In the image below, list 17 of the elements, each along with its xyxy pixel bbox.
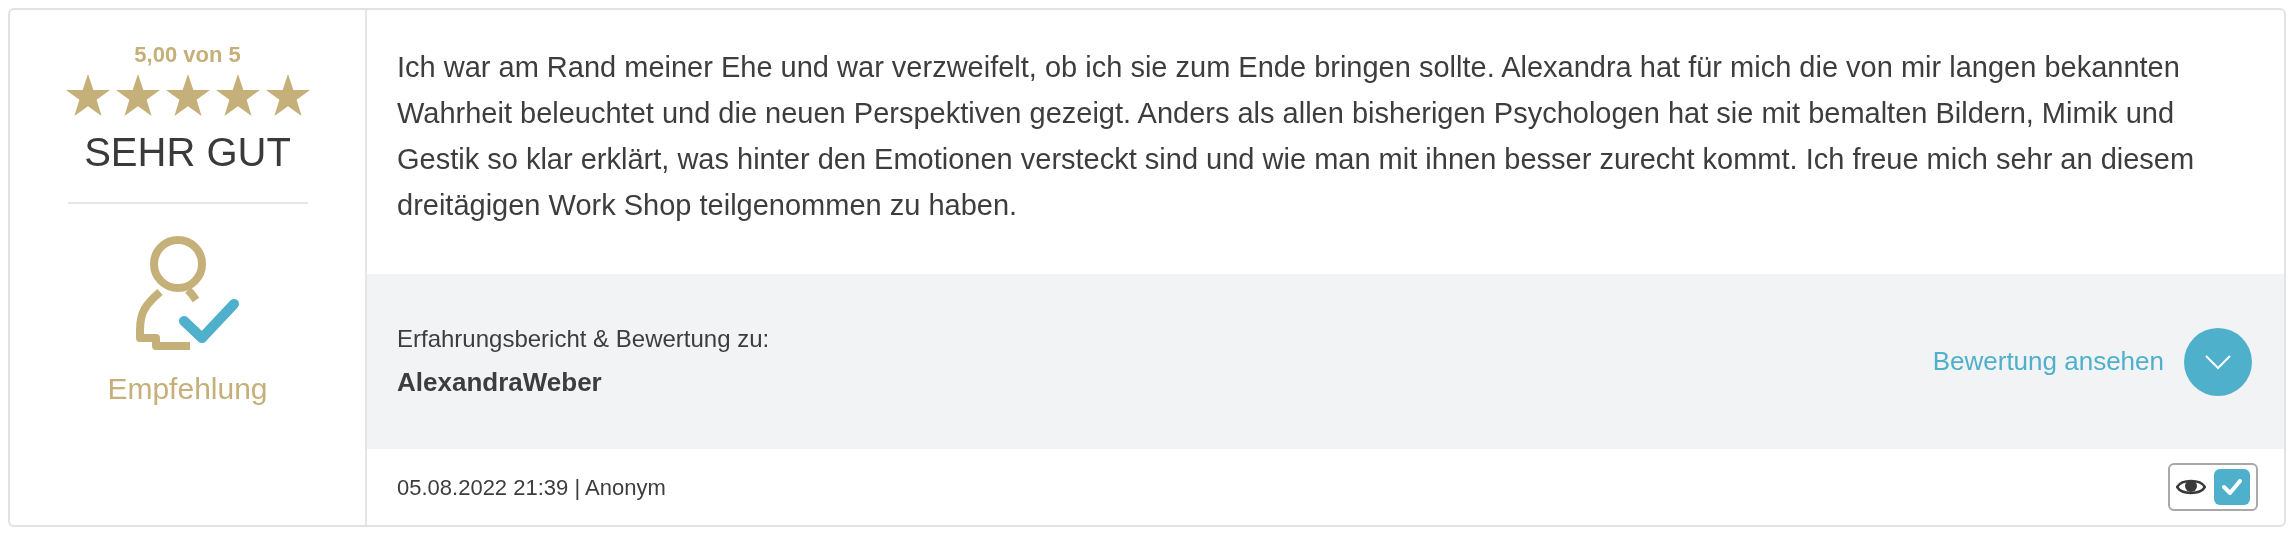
star-icon xyxy=(264,74,311,118)
checkmark-icon xyxy=(2222,479,2242,495)
rating-verdict: SEHR GUT xyxy=(84,132,291,172)
review-meta: 05.08.2022 21:39 | Anonym xyxy=(397,473,666,502)
subject-name: AlexandraWeber xyxy=(397,366,603,399)
view-rating-link[interactable]: Bewertung ansehen xyxy=(1932,342,2164,381)
user-check-icon xyxy=(135,234,240,350)
eye-icon xyxy=(2176,477,2206,497)
star-icon xyxy=(214,74,261,118)
subject-caption: Erfahrungsbericht & Bewertung zu: xyxy=(397,324,770,354)
review-text: Ich war am Rand meiner Ehe und war verzweifelt, ob ich sie zum Ende bringen sollte. Alexandra hat für mich die von mir langen bekannten Wahrheit beleuchtet und die neuen Perspektiven gezeigt. Anders als allen bisherigen Psychologen hat sie mit bemalten Bildern, Mimik und Gestik so klar erklärt, was hinter den Emotionen versteckt sind und wie man mit ihnen besser zurecht kommt. Ich freue mich sehr an diesem dreitägigen Work Shop teilgenommen zu haben. xyxy=(396,50,2196,223)
chevron-down-icon xyxy=(2204,353,2232,370)
star-icon xyxy=(64,74,111,118)
rating-score: 5,00 von 5 xyxy=(134,44,241,66)
star-icon xyxy=(114,74,161,118)
star-icon xyxy=(164,74,211,118)
recommendation-label: Empfehlung xyxy=(107,371,268,407)
